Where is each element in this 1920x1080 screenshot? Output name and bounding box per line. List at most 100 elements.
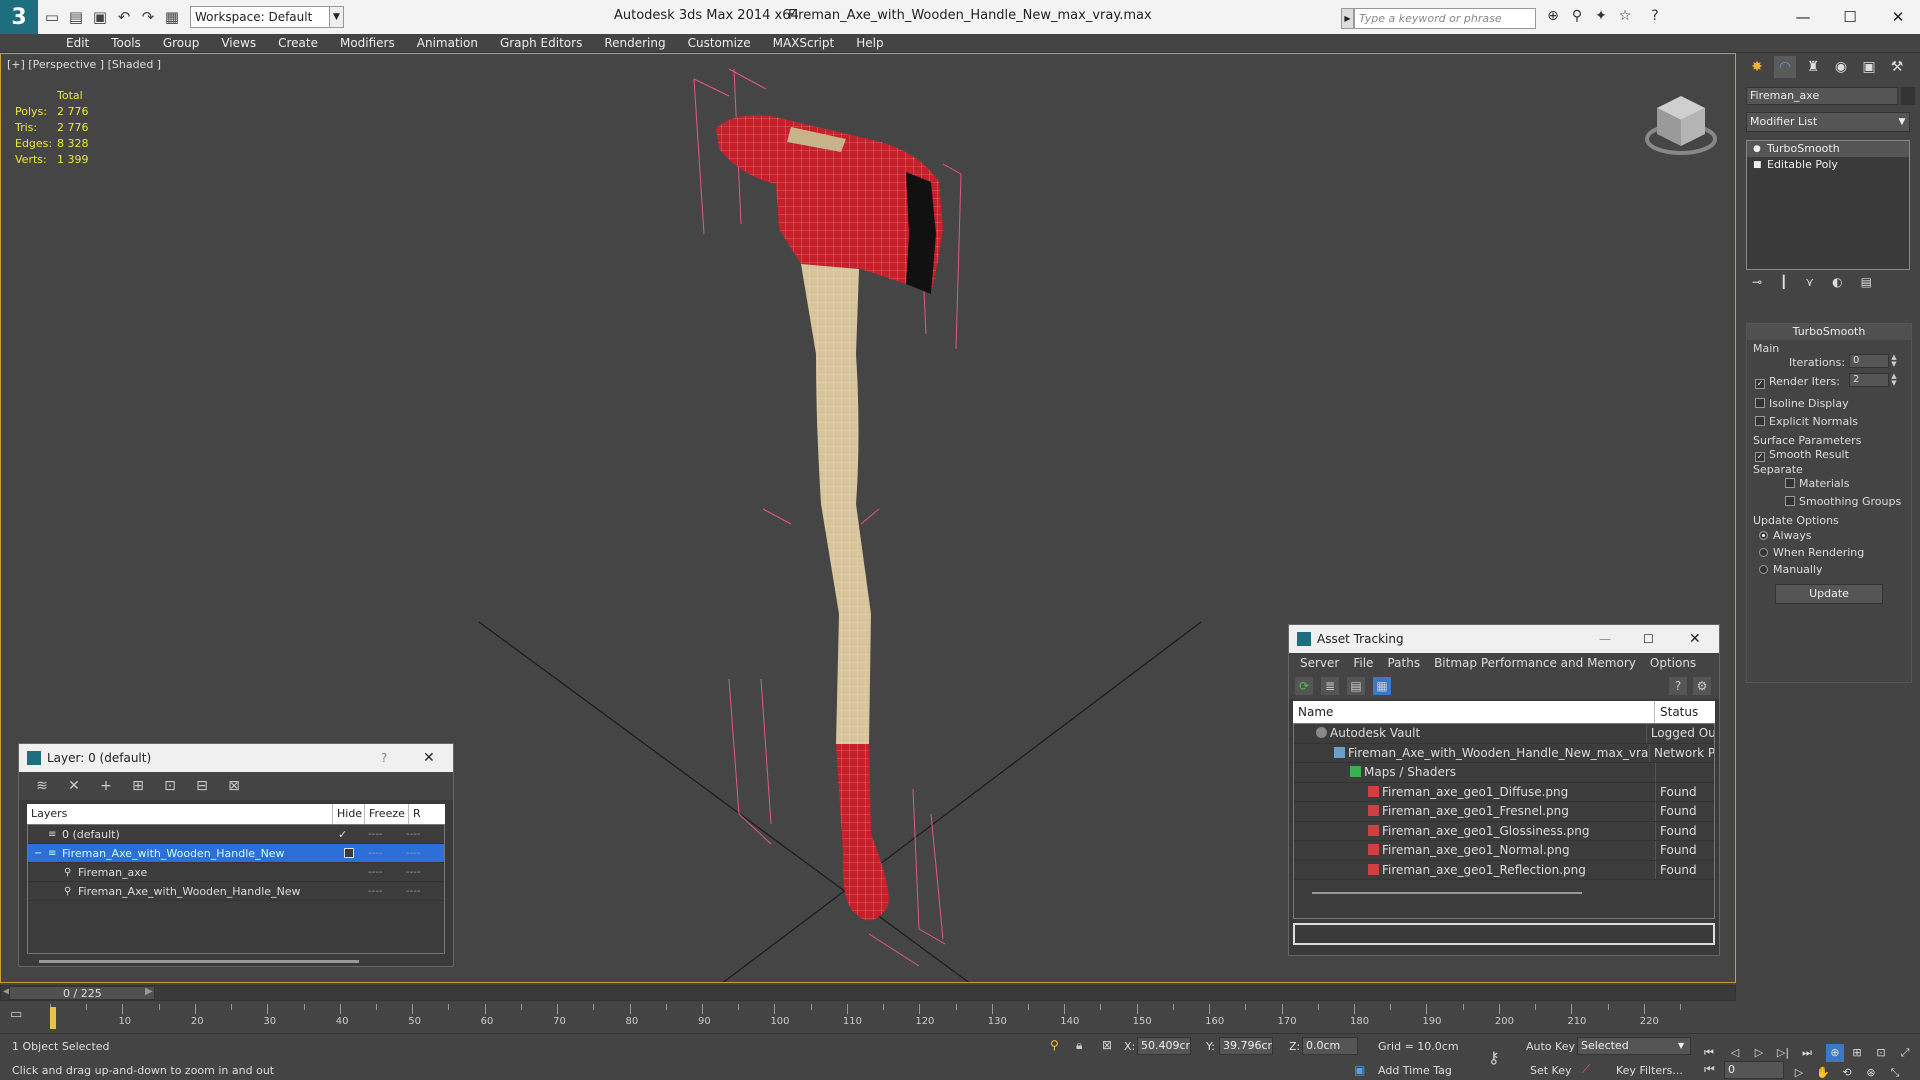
project-folder-icon[interactable]: ▦ [162,7,182,27]
close-icon[interactable]: ✕ [1689,631,1701,647]
display-tab-icon[interactable]: ▣ [1858,56,1880,78]
frame-ruler[interactable]: 10 20 30 40 50 60 70 80 90 100 110 120 130 140 150 160 1… [50,1004,1681,1030]
asset-path-input[interactable] [1293,923,1715,945]
menu-customize[interactable]: Customize [677,34,762,52]
workspace-dropdown[interactable]: Workspace: Default [190,6,330,28]
chevron-down-icon[interactable]: ▼ [330,6,344,28]
expand-icon[interactable]: − [34,844,42,863]
explicit-normals-checkbox[interactable] [1755,416,1765,426]
orbit-icon[interactable]: ⟲ [1838,1064,1856,1080]
asset-menu-paths[interactable]: Paths [1380,653,1427,673]
materials-checkbox[interactable] [1785,478,1795,488]
zoom-extents-icon[interactable]: ⊡ [1872,1044,1890,1062]
freeze-toggle[interactable]: ---- [406,882,420,901]
help-query-icon[interactable]: ? [1669,677,1687,695]
select-in-layer-icon[interactable]: ⊡ [161,777,179,795]
hide-toggle[interactable]: ---- [368,863,382,882]
time-cursor[interactable] [50,1007,56,1029]
layers-icon[interactable]: ≋ [33,777,51,795]
help-icon[interactable]: ? [1644,8,1666,29]
go-to-end-icon[interactable]: ⏭ [1798,1044,1816,1062]
rollout-title[interactable]: TurboSmooth [1747,324,1911,340]
time-slider[interactable]: ◀ 0 / 225 ▶ [0,985,1736,1001]
update-when-rendering-row[interactable]: When Rendering [1759,546,1864,559]
column-name[interactable]: Name [1293,701,1655,723]
stack-item-turbosmooth[interactable]: ● TurboSmooth [1747,141,1909,157]
column-hide[interactable]: Hide [333,804,365,824]
update-button[interactable]: Update [1775,584,1883,604]
minimize-icon[interactable]: — [1789,4,1817,30]
zoom-all-icon[interactable]: ⊞ [1848,1044,1866,1062]
set-key-icon[interactable]: ⟋ [1582,1062,1590,1077]
walk-through-icon[interactable]: ⊛ [1862,1064,1880,1080]
z-coordinate-field[interactable]: 0.0cm [1302,1037,1358,1055]
mini-curve-editor-icon[interactable]: ▭ [10,1007,32,1025]
asset-row[interactable]: Fireman_Axe_with_Wooden_Handle_New_max_v… [1294,743,1714,763]
add-layer-icon[interactable]: + [97,777,115,795]
layer-panel-titlebar[interactable]: Layer: 0 (default) ? ✕ [19,744,453,772]
smoothing-groups-checkbox[interactable] [1785,496,1795,506]
spinner-arrows-icon[interactable]: ▲ ▼ [1889,373,1899,387]
isolate-icon[interactable]: ⚲ [1050,1038,1059,1052]
render-iters-row[interactable]: ✓ Render Iters: [1755,375,1840,389]
play-icon[interactable]: ▷ [1750,1044,1768,1062]
app-logo-icon[interactable]: 3 [0,0,38,36]
modify-tab-icon[interactable]: ◠ [1774,56,1796,78]
subscription-icon[interactable]: ✦ [1590,8,1612,29]
smooth-result-checkbox[interactable]: ✓ [1755,452,1765,462]
motion-tab-icon[interactable]: ◉ [1830,56,1852,78]
min-max-toggle-icon[interactable]: ⤡ [1886,1064,1904,1080]
previous-frame-icon[interactable]: ◁ [1726,1044,1744,1062]
absolute-mode-icon[interactable]: ⊠ [1102,1038,1112,1052]
viewcube-icon[interactable] [1641,84,1721,164]
asset-menu-file[interactable]: File [1346,653,1380,673]
minimize-icon[interactable]: — [1599,632,1611,646]
isoline-checkbox[interactable] [1755,398,1765,408]
materials-row[interactable]: Materials [1785,477,1849,490]
create-tab-icon[interactable]: ✸ [1746,56,1768,78]
asset-menu-bitmap[interactable]: Bitmap Performance and Memory [1427,653,1643,673]
pan-icon[interactable]: ✋ [1814,1064,1832,1080]
asset-row[interactable]: Fireman_axe_geo1_Glossiness.png Found [1294,821,1714,841]
current-frame-field[interactable]: 0 [1724,1061,1784,1079]
x-coordinate-field[interactable]: 50.409cm [1137,1037,1191,1055]
asset-panel-titlebar[interactable]: Asset Tracking — ☐ ✕ [1289,625,1719,653]
menu-animation[interactable]: Animation [406,34,489,52]
auto-key-button[interactable]: Auto Key [1526,1040,1575,1053]
key-icon[interactable]: ⚷ [1488,1048,1500,1067]
render-iters-checkbox[interactable]: ✓ [1755,379,1765,389]
add-time-tag[interactable]: Add Time Tag [1378,1064,1452,1077]
help-icon[interactable]: ? [381,751,387,765]
column-layers[interactable]: Layers [27,804,333,824]
key-mode-dropdown[interactable]: Selected ▼ [1577,1037,1691,1055]
freeze-toggle[interactable]: ---- [406,844,420,863]
menu-tools[interactable]: Tools [100,34,152,52]
layer-row[interactable]: ⚲ Fireman_Axe_with_Wooden_Handle_New ---… [28,882,444,901]
lock-icon[interactable]: 🔒︎ [1076,1038,1082,1053]
pin-stack-icon[interactable]: ⊸ [1752,275,1762,297]
menu-graph-editors[interactable]: Graph Editors [489,34,593,52]
remove-modifier-icon[interactable]: ◐ [1832,275,1842,297]
column-status[interactable]: Status [1655,701,1715,723]
go-to-start-icon[interactable]: ⏮ [1704,1062,1715,1077]
asset-row[interactable]: Fireman_axe_geo1_Reflection.png Found [1294,860,1714,880]
column-render[interactable]: R [409,804,427,824]
menu-create[interactable]: Create [267,34,329,52]
object-color-swatch[interactable] [1901,87,1915,105]
asset-menu-options[interactable]: Options [1643,653,1703,673]
asset-row[interactable]: Fireman_axe_geo1_Diffuse.png Found [1294,782,1714,802]
viewport-label[interactable]: [+] [Perspective ] [Shaded ] [7,58,161,71]
horizontal-scrollbar[interactable] [1312,892,1582,894]
maximize-icon[interactable]: ☐ [1836,4,1864,30]
freeze-toggle[interactable]: ---- [406,825,420,844]
hide-toggle[interactable]: ---- [368,882,382,901]
freeze-toggle[interactable]: ---- [406,863,420,882]
y-coordinate-field[interactable]: 39.796cm [1219,1037,1273,1055]
zoom-icon[interactable]: ⊕ [1826,1044,1844,1062]
update-manually-row[interactable]: Manually [1759,563,1823,576]
delete-layer-icon[interactable]: ✕ [65,777,83,795]
modifier-list-dropdown[interactable]: Modifier List ▼ [1746,112,1910,132]
layer-row-selected[interactable]: − ≡ Fireman_Axe_with_Wooden_Handle_New -… [28,844,444,863]
close-icon[interactable]: ✕ [1884,4,1912,30]
chevron-down-icon[interactable]: ▼ [1895,113,1909,131]
